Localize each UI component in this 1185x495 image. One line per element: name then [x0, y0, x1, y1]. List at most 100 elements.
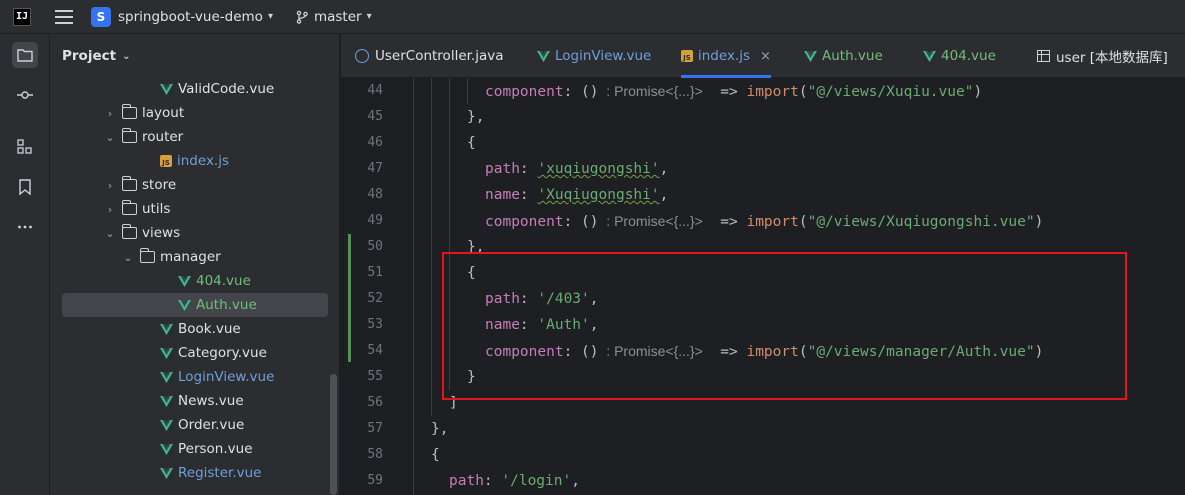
editor-tab[interactable]: Auth.vue: [804, 34, 883, 78]
line-number: 54: [367, 343, 383, 358]
indent-guide: [467, 78, 468, 104]
code-editor[interactable]: 44 45 46 47 48 49 50 51 52 53 54 55 56 57 58 59 compone…: [341, 78, 1185, 495]
line-number: 50: [367, 239, 383, 254]
chevron-right-icon[interactable]: ›: [104, 203, 116, 216]
chevron-right-icon[interactable]: ›: [104, 179, 116, 192]
line-number: 44: [367, 83, 383, 98]
tab-label: LoginView.vue: [555, 48, 652, 64]
tree-file[interactable]: ValidCode.vue: [160, 77, 274, 101]
chevron-down-icon[interactable]: ⌄: [122, 251, 134, 264]
tab-label: UserController.java: [375, 48, 504, 64]
folder-icon: [139, 248, 155, 263]
tree-item-label: Auth.vue: [196, 297, 257, 313]
code-line-49: component: () : Promise<{...}> => import…: [485, 213, 1044, 230]
editor-tab[interactable]: 404.vue: [923, 34, 996, 78]
chevron-down-icon: ▾: [366, 11, 372, 22]
vue-icon: [160, 371, 173, 383]
app-logo-icon[interactable]: IJ: [13, 7, 31, 26]
tree-item-label: store: [142, 177, 177, 193]
line-number: 45: [367, 109, 383, 124]
tree-folder-store[interactable]: › store: [104, 173, 176, 197]
branch-name: master: [313, 8, 362, 25]
vue-icon: [160, 323, 173, 335]
more-icon: [18, 225, 32, 229]
line-number: 58: [367, 447, 383, 462]
tab-label: 404.vue: [941, 48, 996, 64]
tree-item-label: Order.vue: [178, 417, 245, 433]
line-number: 57: [367, 421, 383, 436]
editor-tab[interactable]: JS index.js ×: [681, 34, 771, 78]
vue-icon: [160, 395, 173, 407]
indent-guide: [431, 78, 432, 416]
line-number: 49: [367, 213, 383, 228]
bookmark-icon: [19, 179, 31, 196]
chevron-right-icon[interactable]: ›: [104, 107, 116, 120]
code-line-58: {: [431, 447, 440, 463]
tree-folder-views[interactable]: ⌄ views: [104, 221, 180, 245]
js-icon: JS: [681, 50, 693, 62]
structure-tool-button[interactable]: [12, 134, 38, 160]
code-line-46: {: [467, 135, 476, 151]
line-number: 48: [367, 187, 383, 202]
project-badge-icon: S: [91, 6, 111, 27]
java-class-icon: [355, 49, 369, 63]
project-panel-header[interactable]: Project ⌄: [50, 34, 339, 78]
tree-folder-router[interactable]: ⌄ router: [104, 125, 183, 149]
folder-icon: [121, 200, 137, 215]
chevron-down-icon[interactable]: ⌄: [104, 131, 116, 144]
vue-icon: [804, 50, 817, 62]
tree-item-label: Person.vue: [178, 441, 253, 457]
vue-icon: [537, 50, 550, 62]
folder-icon: [121, 128, 137, 143]
code-line-48: name: 'Xuqiugongshi',: [485, 187, 669, 203]
tree-file[interactable]: Person.vue: [160, 437, 253, 461]
vue-icon: [160, 443, 173, 455]
tree-item-label: manager: [160, 249, 221, 265]
close-icon[interactable]: ×: [760, 49, 771, 64]
tree-item-label: 404.vue: [196, 273, 251, 289]
js-file-icon: JS: [160, 155, 172, 167]
vue-icon: [160, 347, 173, 359]
tree-file[interactable]: Category.vue: [160, 341, 267, 365]
line-number: 56: [367, 395, 383, 410]
editor-tab[interactable]: user [本地数据库]: [1037, 34, 1168, 78]
tree-file[interactable]: Auth.vue: [62, 293, 328, 317]
tree-file[interactable]: JS index.js: [160, 149, 229, 173]
tree-item-label: router: [142, 129, 184, 145]
line-number: 52: [367, 291, 383, 306]
project-selector[interactable]: S springboot-vue-demo ▾: [91, 6, 273, 27]
project-panel: Project ⌄ ValidCode.vue › layout ⌄ router JS i…: [50, 34, 340, 495]
tree-file[interactable]: Book.vue: [160, 317, 241, 341]
tree-file[interactable]: Register.vue: [160, 461, 262, 485]
commit-icon: [17, 91, 33, 99]
tree-file[interactable]: LoginView.vue: [160, 365, 274, 389]
tree-folder-layout[interactable]: › layout: [104, 101, 184, 125]
editor-tab[interactable]: LoginView.vue: [537, 34, 651, 78]
tree-file[interactable]: Order.vue: [160, 413, 244, 437]
vue-icon: [178, 275, 191, 287]
tree-file[interactable]: News.vue: [160, 389, 244, 413]
code-line-47: path: 'xuqiugongshi',: [485, 161, 669, 177]
tree-folder-utils[interactable]: › utils: [104, 197, 170, 221]
vue-icon: [160, 467, 173, 479]
tree-folder-manager[interactable]: ⌄ manager: [122, 245, 221, 269]
branch-selector[interactable]: master ▾: [295, 9, 372, 25]
chevron-down-icon: ⌄: [122, 50, 131, 62]
folder-icon: [121, 176, 137, 191]
tree-item-label: Register.vue: [178, 465, 262, 481]
main-menu-icon[interactable]: [55, 9, 73, 24]
annotation-highlight-box: [442, 252, 1127, 400]
bookmarks-tool-button[interactable]: [12, 174, 38, 200]
editor-tab[interactable]: UserController.java: [355, 34, 504, 78]
more-tools-button[interactable]: [12, 214, 38, 240]
tree-scrollbar[interactable]: [330, 374, 337, 495]
code-line-45: },: [467, 109, 485, 125]
vue-icon: [160, 419, 173, 431]
tree-file[interactable]: 404.vue: [178, 269, 251, 293]
commit-tool-button[interactable]: [12, 82, 38, 108]
chevron-down-icon[interactable]: ⌄: [104, 227, 116, 240]
tab-label: index.js: [698, 48, 751, 64]
project-tool-button[interactable]: [12, 42, 38, 68]
structure-icon: [17, 139, 32, 154]
title-bar: IJ S springboot-vue-demo ▾ master ▾: [0, 0, 1185, 34]
